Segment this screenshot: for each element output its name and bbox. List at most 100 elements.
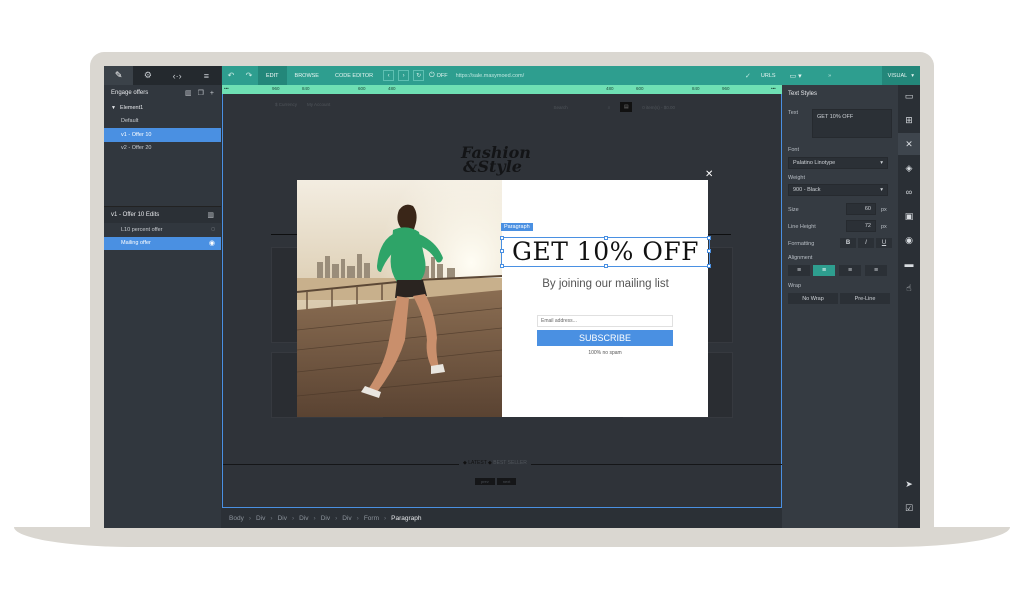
tree-item-label: v1 - Offer 10 <box>121 131 152 138</box>
edit-item-mailing[interactable]: Mailing offer ◉ <box>104 236 221 250</box>
folder-icon[interactable]: ▭ <box>898 85 920 107</box>
resize-handle[interactable] <box>500 236 504 240</box>
back-icon[interactable]: ‹ <box>383 70 395 81</box>
link-icon[interactable]: ∞ <box>898 181 920 203</box>
check-icon[interactable]: ✓ <box>745 72 751 80</box>
search-icon[interactable]: ⌕ <box>608 105 611 110</box>
resize-handle[interactable] <box>604 236 608 240</box>
text-value-field[interactable]: GET 10% OFF <box>812 109 892 138</box>
resize-handle[interactable] <box>707 236 711 240</box>
breadcrumb-item[interactable]: Div <box>321 515 330 522</box>
chevron-right-icon: › <box>313 514 316 522</box>
chevron-right-icon: › <box>291 514 295 522</box>
subscribe-button[interactable]: SUBSCRIBE <box>537 330 673 346</box>
offer-popup[interactable] <box>297 180 708 417</box>
eye-off-icon[interactable]: ◌ <box>211 226 215 233</box>
next-pill[interactable]: next <box>496 478 517 485</box>
hand-pointer-icon[interactable]: ☝ <box>898 277 920 299</box>
italic-button[interactable]: I <box>858 238 874 248</box>
line-height-input[interactable]: 72 <box>846 220 876 232</box>
breadcrumb-item[interactable]: Form <box>364 515 379 522</box>
breadcrumb-item[interactable]: Div <box>256 515 265 522</box>
edit-button[interactable]: EDIT <box>258 66 287 85</box>
eye-icon[interactable]: ◉ <box>898 229 920 251</box>
engage-offers-title: Engage offers <box>111 90 149 96</box>
size-input[interactable]: 60 <box>846 203 876 215</box>
weight-value: 900 - Black <box>793 187 821 193</box>
forward-icon[interactable]: › <box>398 70 410 81</box>
eye-icon[interactable]: ◉ <box>209 239 215 247</box>
power-icon[interactable]: ⏻ <box>429 72 435 80</box>
layers-icon[interactable]: ▣ <box>898 205 920 227</box>
site-topbar: $ Currency My Account Search ⌕ ▤ 0 item(… <box>275 102 675 112</box>
align-justify-icon[interactable]: ≡ <box>865 265 887 276</box>
plus-icon[interactable]: + <box>210 90 214 97</box>
checkbox-icon[interactable]: ☑ <box>898 497 920 519</box>
add-icon[interactable]: ⊞ <box>898 109 920 131</box>
no-spam-note: 100% no spam <box>588 350 622 356</box>
breadcrumb-item[interactable]: Div <box>278 515 287 522</box>
copy-icon[interactable]: ❐ <box>198 89 204 97</box>
redo-icon[interactable]: ↷ <box>246 71 253 80</box>
pre-line-button[interactable]: Pre-Line <box>840 293 890 304</box>
page-canvas[interactable]: $ Currency My Account Search ⌕ ▤ 0 item(… <box>222 94 783 508</box>
font-select[interactable]: Palatino Linotype ▾ <box>788 157 888 169</box>
latest-tab[interactable]: LATEST <box>468 460 486 466</box>
breadcrumb-item[interactable]: Body <box>229 515 244 522</box>
off-toggle[interactable]: OFF <box>437 73 448 79</box>
align-left-icon[interactable]: ≡ <box>788 265 810 276</box>
close-icon[interactable]: ✕ <box>705 169 713 180</box>
code-editor-button[interactable]: CODE EDITOR <box>327 66 381 85</box>
resize-handle[interactable] <box>604 264 608 268</box>
site-search[interactable]: Search <box>553 105 567 110</box>
resize-handle[interactable] <box>707 249 711 253</box>
weight-select[interactable]: 900 - Black ▾ <box>788 184 888 196</box>
bestseller-tab[interactable]: BEST SELLER <box>493 460 527 466</box>
laptop-base <box>14 527 1010 547</box>
bold-button[interactable]: B <box>840 238 856 248</box>
underline-button[interactable]: U <box>876 238 892 248</box>
sort-icon[interactable]: ≡ <box>192 66 221 85</box>
breadcrumb-current[interactable]: Paragraph <box>391 515 421 522</box>
resize-handle[interactable] <box>707 264 711 268</box>
paint-bucket-icon[interactable]: ◈ <box>898 157 920 179</box>
prev-pill[interactable]: prev <box>475 478 495 485</box>
breadcrumb-item[interactable]: Div <box>299 515 308 522</box>
reload-icon[interactable]: ↻ <box>413 70 425 81</box>
align-center-icon[interactable]: ≡ <box>813 265 835 276</box>
resize-handle[interactable] <box>500 264 504 268</box>
tree-item-offer20[interactable]: v2 - Offer 20 <box>104 142 221 156</box>
tree-item-label: Default <box>121 118 139 125</box>
resize-handle[interactable] <box>500 249 504 253</box>
device-icon[interactable]: ▭ ▾ <box>782 72 810 80</box>
tree-item-element1[interactable]: ▼ Element1 <box>104 101 221 115</box>
close-icon[interactable]: ✕ <box>898 133 920 155</box>
site-logo: Fashion &Style <box>461 145 531 175</box>
text-styles-panel: Text Styles Text GET 10% OFF Font Palati… <box>782 85 898 528</box>
email-field[interactable]: Email address... <box>537 315 673 327</box>
fast-forward-icon[interactable]: » <box>810 73 850 79</box>
code-icon[interactable]: ‹·› <box>163 66 192 85</box>
align-right-icon[interactable]: ≡ <box>839 265 861 276</box>
cart-icon[interactable]: ▤ <box>620 102 633 112</box>
gear-icon[interactable]: ⚙ <box>133 66 162 85</box>
trash-icon[interactable]: ▥ <box>185 89 192 97</box>
no-wrap-button[interactable]: No Wrap <box>788 293 838 304</box>
trash-icon[interactable]: ▥ <box>207 211 214 219</box>
cart-total[interactable]: 0 item(s) - $0.00 <box>642 105 675 110</box>
navigation-icon[interactable]: ➤ <box>898 473 920 495</box>
breadcrumb-item[interactable]: Div <box>342 515 351 522</box>
account-link[interactable]: My Account <box>307 102 330 112</box>
ruler[interactable]: ••• 960 840 600 480 480 600 840 960 ••• <box>222 85 782 94</box>
url-field[interactable]: https://sale.masymoed.com/ <box>456 73 524 79</box>
currency-link[interactable]: $ Currency <box>275 102 297 112</box>
tree-item-default[interactable]: Default <box>104 115 221 129</box>
edit-item-l10[interactable]: L10 percent offer ◌ <box>104 223 221 237</box>
ruler-icon[interactable]: ▬ <box>898 253 920 275</box>
visual-dropdown[interactable]: VISUAL ▾ <box>881 66 920 85</box>
tree-item-offer10[interactable]: v1 - Offer 10 <box>104 128 221 142</box>
pencil-icon[interactable]: ✎ <box>104 66 134 85</box>
browse-button[interactable]: BROWSE <box>287 66 327 85</box>
undo-icon[interactable]: ↶ <box>228 71 235 80</box>
urls-button[interactable]: URLS <box>755 73 782 79</box>
